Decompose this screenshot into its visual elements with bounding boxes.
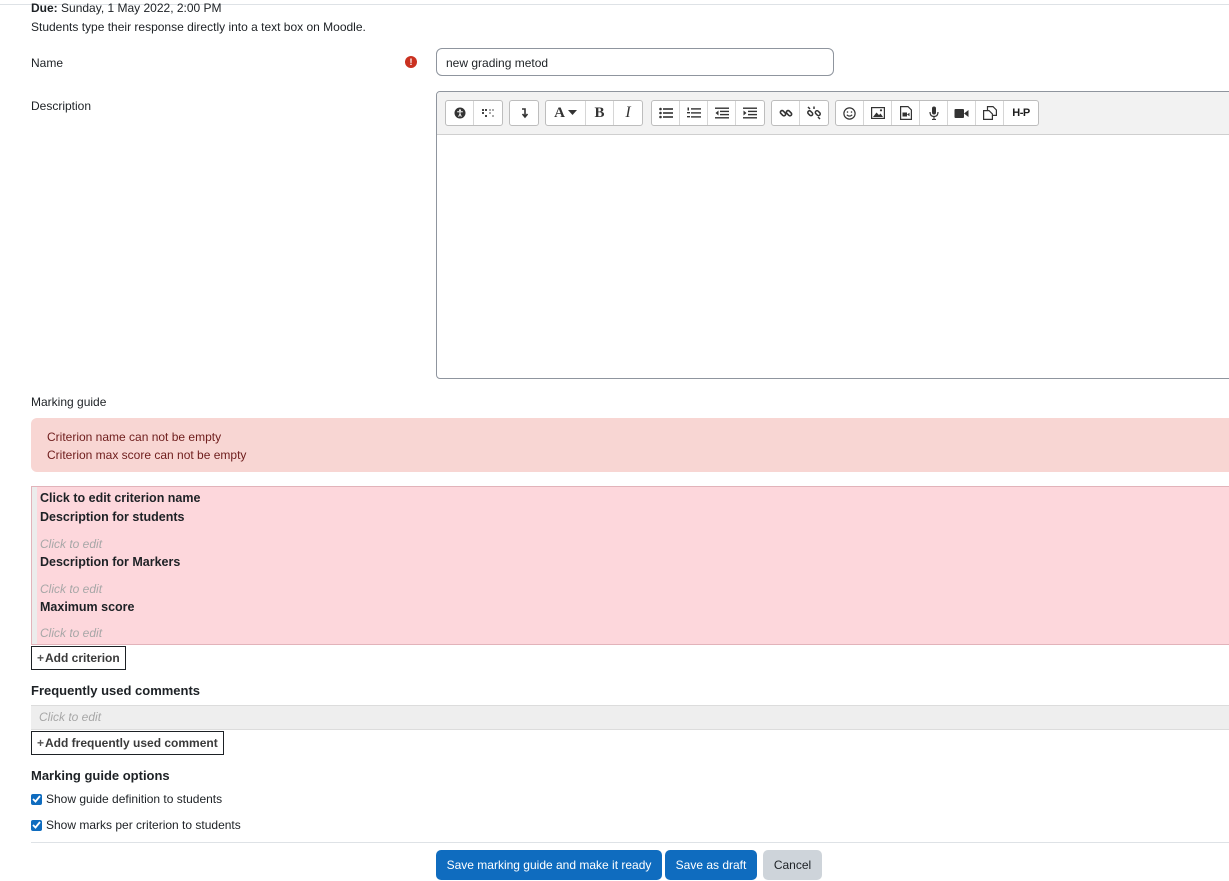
options-heading: Marking guide options — [31, 768, 170, 783]
error-message: Criterion name can not be empty — [47, 430, 222, 444]
image-icon[interactable] — [864, 101, 892, 125]
required-icon: ! — [405, 56, 417, 68]
toolbar-group-accessibility — [445, 100, 503, 126]
max-score-label: Maximum score — [40, 600, 135, 614]
save-ready-button[interactable]: Save marking guide and make it ready — [436, 850, 662, 880]
italic-letter: I — [625, 104, 631, 121]
description-editor[interactable]: A B I H-P — [436, 91, 1229, 379]
plus-icon: + — [37, 736, 45, 750]
plus-icon: + — [37, 651, 45, 665]
due-value: Sunday, 1 May 2022, 2:00 PM — [61, 1, 222, 15]
show-marks-label: Show marks per criterion to students — [46, 818, 241, 832]
due-label: Due: — [31, 1, 58, 15]
criterion-name[interactable]: Click to edit criterion name — [40, 491, 200, 505]
paragraph-break-icon[interactable] — [510, 101, 538, 125]
accessibility-checker-icon[interactable] — [446, 101, 474, 125]
cancel-button[interactable]: Cancel — [763, 850, 822, 880]
link-icon[interactable] — [772, 101, 800, 125]
comment-edit[interactable]: Click to edit — [39, 710, 101, 724]
font-letter: A — [554, 104, 565, 121]
show-definition-label: Show guide definition to students — [46, 792, 223, 806]
add-criterion-label: Add criterion — [45, 651, 120, 665]
show-marks-option: Show marks per criterion to students — [31, 818, 241, 832]
bold-letter: B — [594, 104, 605, 121]
description-label: Description — [31, 99, 92, 113]
ordered-list-icon[interactable] — [680, 101, 708, 125]
toolbar-group-paragraph — [509, 100, 539, 126]
show-definition-option: Show guide definition to students — [31, 792, 222, 806]
comment-row[interactable]: Click to edit — [31, 705, 1229, 730]
desc-markers-edit[interactable]: Click to edit — [40, 582, 102, 596]
media-icon[interactable] — [892, 101, 920, 125]
outdent-icon[interactable] — [708, 101, 736, 125]
add-comment-button[interactable]: +Add frequently used comment — [31, 731, 224, 755]
editor-toolbar: A B I H-P — [437, 92, 1229, 135]
font-style-dropdown-icon[interactable]: A — [546, 101, 586, 125]
toolbar-group-lists — [651, 100, 765, 126]
unlink-icon[interactable] — [800, 101, 828, 125]
criterion-row: Click to edit criterion name Description… — [31, 486, 1229, 645]
add-criterion-button[interactable]: +Add criterion — [31, 646, 126, 670]
emoji-icon[interactable] — [836, 101, 864, 125]
due-date: Due: Sunday, 1 May 2022, 2:00 PM — [31, 1, 222, 15]
italic-icon[interactable]: I — [614, 101, 642, 125]
bold-icon[interactable]: B — [586, 101, 614, 125]
marking-guide-label: Marking guide — [31, 395, 107, 409]
desc-students-edit[interactable]: Click to edit — [40, 537, 102, 551]
h5p-text: H-P — [1012, 107, 1030, 119]
name-input[interactable]: new grading metod — [436, 48, 834, 76]
unordered-list-icon[interactable] — [652, 101, 680, 125]
assignment-subtitle: Students type their response directly in… — [31, 20, 366, 34]
save-draft-button[interactable]: Save as draft — [665, 850, 757, 880]
toolbar-group-style: A B I — [545, 100, 643, 126]
add-comment-label: Add frequently used comment — [45, 736, 218, 750]
show-definition-checkbox[interactable] — [31, 793, 42, 805]
criterion-drag-strip — [32, 487, 37, 644]
name-label: Name — [31, 56, 64, 70]
screenreader-helper-icon[interactable] — [474, 101, 502, 125]
indent-icon[interactable] — [736, 101, 764, 125]
record-audio-icon[interactable] — [920, 101, 948, 125]
desc-markers-label: Description for Markers — [40, 555, 181, 569]
error-alert: Criterion name can not be empty Criterio… — [31, 418, 1229, 472]
h5p-icon[interactable]: H-P — [1004, 101, 1038, 125]
desc-students-label: Description for students — [40, 510, 185, 524]
toolbar-group-links — [771, 100, 829, 126]
show-marks-checkbox[interactable] — [31, 819, 42, 831]
comments-heading: Frequently used comments — [31, 683, 201, 698]
record-video-icon[interactable] — [948, 101, 976, 125]
toolbar-group-media: H-P — [835, 100, 1039, 126]
max-score-edit[interactable]: Click to edit — [40, 626, 102, 640]
actions-divider — [31, 842, 1229, 843]
error-message: Criterion max score can not be empty — [47, 448, 247, 462]
manage-files-icon[interactable] — [976, 101, 1004, 125]
